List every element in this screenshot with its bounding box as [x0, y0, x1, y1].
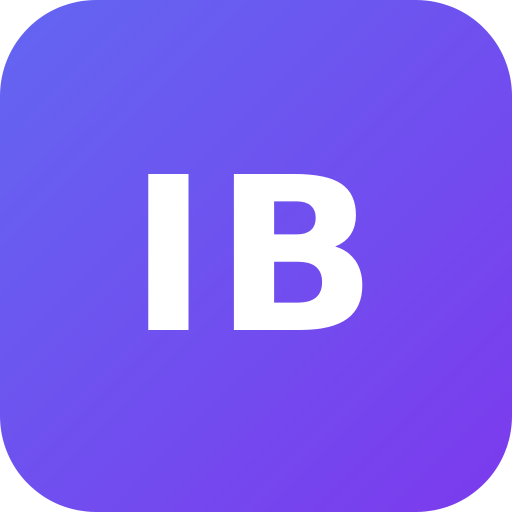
monogram-text: IB	[128, 132, 384, 381]
app-icon-tile: IB	[0, 0, 512, 512]
